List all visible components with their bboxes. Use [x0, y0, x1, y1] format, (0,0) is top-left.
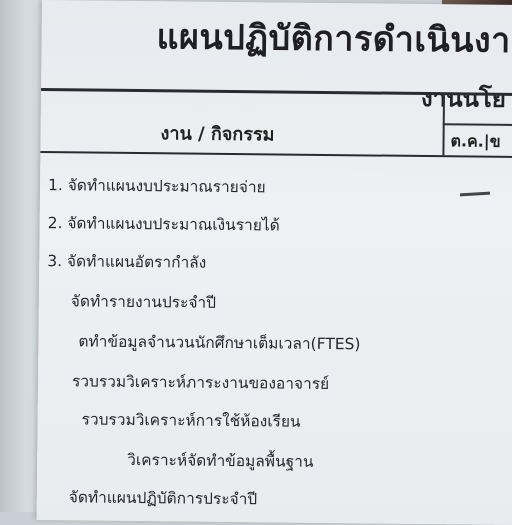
document-page: แผนปฏิบัติการดำเนินงา งานนโย งาน / กิจกร… — [36, 0, 512, 525]
month-header-cell: ต.ค.|ข — [450, 131, 501, 151]
table-header: งาน / กิจกรรม ต.ค.|ข — [40, 91, 512, 156]
list-item: รวบรวมวิเคราะห์การใช้ห้องเรียน — [81, 410, 301, 431]
header-inner-divider — [442, 123, 512, 127]
document-title: แผนปฏิบัติการดำเนินงา — [156, 17, 511, 61]
list-item: จัดทำแผนปฏิบัติการประจำปี — [68, 488, 258, 509]
list-item: 2. จัดทำแผนงบประมาณเงินรายได้ — [47, 214, 280, 235]
column-header-activity: งาน / กิจกรรม — [160, 123, 275, 146]
handwritten-dash-mark — [459, 191, 491, 197]
list-item: 3. จัดทำแผนอัตรากำลัง — [47, 252, 207, 272]
list-item: จัดทำรายงานประจำปี — [70, 292, 217, 312]
list-item: วิเคราะห์จัดทำข้อมูลพื้นฐาน — [127, 450, 314, 471]
list-item: ตทำข้อมูลจำนวนนักศึกษาเต็มเวลา(FTES) — [78, 332, 361, 354]
list-item: 1. จัดทำแผนงบประมาณรายจ่าย — [47, 176, 266, 197]
list-item: รวบรวมวิเคราะห์ภาระงานของอาจารย์ — [71, 372, 330, 394]
